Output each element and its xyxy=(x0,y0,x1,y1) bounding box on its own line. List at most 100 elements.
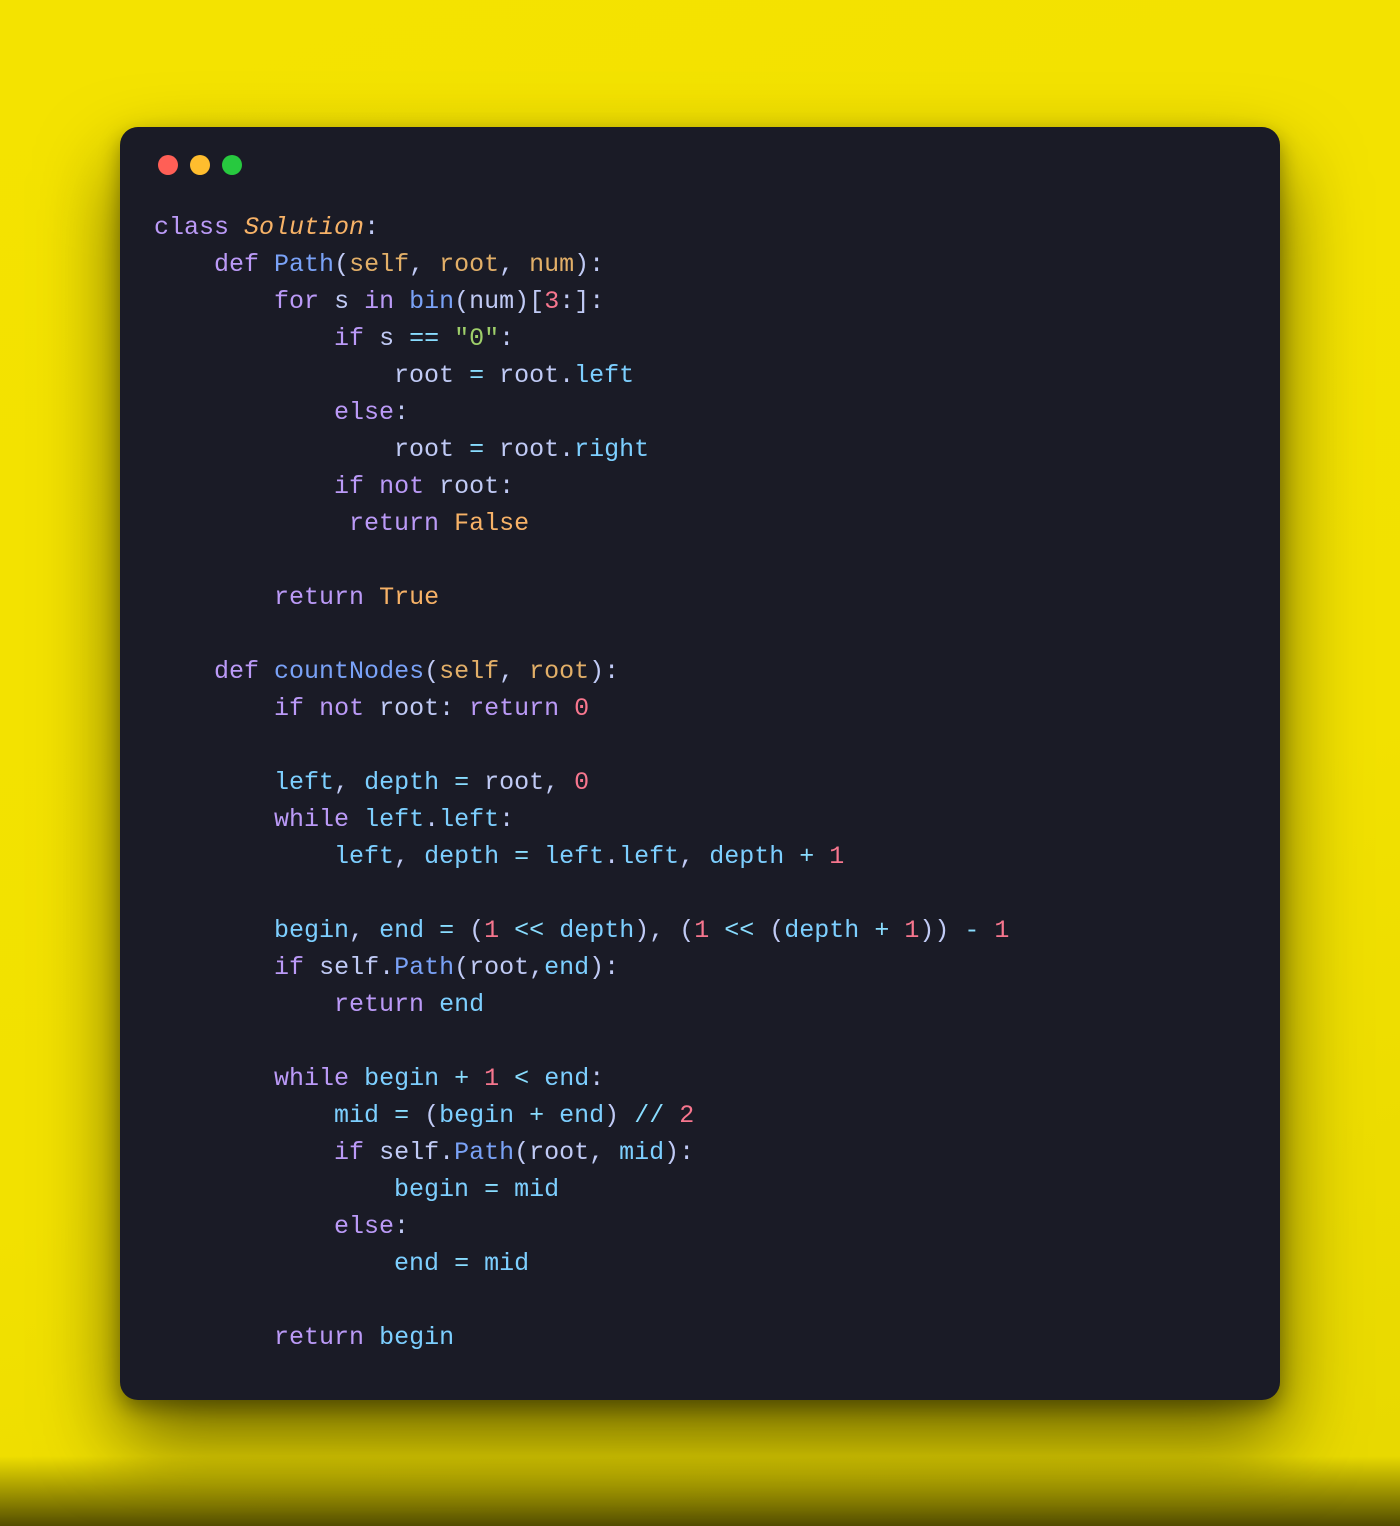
token-pun xyxy=(304,953,319,982)
token-num: 1 xyxy=(829,842,844,871)
token-var: root xyxy=(379,694,439,723)
token-pun xyxy=(349,1064,364,1093)
token-pun: . xyxy=(559,361,574,390)
token-fn: Path xyxy=(454,1138,514,1167)
token-op: = xyxy=(484,1175,499,1204)
token-kw: not xyxy=(379,472,424,501)
token-prop: depth xyxy=(709,842,784,871)
token-pun: ( xyxy=(514,1138,529,1167)
token-pun: ( xyxy=(334,250,349,279)
token-pun xyxy=(544,1101,559,1130)
token-pun: , xyxy=(529,953,544,982)
token-str: "0" xyxy=(454,324,499,353)
token-pun xyxy=(319,287,334,316)
token-var: root xyxy=(499,435,559,464)
token-op: // xyxy=(634,1101,664,1130)
token-pun xyxy=(484,435,499,464)
token-kw: def xyxy=(214,250,259,279)
token-prop: end xyxy=(394,1249,439,1278)
token-prop: begin xyxy=(379,1323,454,1352)
token-kw: if xyxy=(334,324,364,353)
token-pun: ): xyxy=(589,953,619,982)
token-pun xyxy=(154,1138,334,1167)
token-prop: begin xyxy=(274,916,349,945)
bottom-shadow xyxy=(0,1456,1400,1526)
token-pun xyxy=(154,1212,334,1241)
token-prop: end xyxy=(544,1064,589,1093)
token-num: 3 xyxy=(544,287,559,316)
token-pun xyxy=(154,583,274,612)
token-kw: if xyxy=(334,1138,364,1167)
token-arg: root xyxy=(439,250,499,279)
token-op: - xyxy=(964,916,979,945)
token-pun xyxy=(469,1175,484,1204)
token-pun xyxy=(379,1101,394,1130)
token-cls: Solution xyxy=(244,213,364,242)
token-pun xyxy=(469,1249,484,1278)
token-pun xyxy=(424,990,439,1019)
token-prop: mid xyxy=(334,1101,379,1130)
token-pun xyxy=(154,398,334,427)
token-pun xyxy=(154,1323,274,1352)
zoom-icon[interactable] xyxy=(222,155,242,175)
token-pun: ( xyxy=(454,287,469,316)
token-prop: depth xyxy=(424,842,499,871)
token-op: = xyxy=(394,1101,409,1130)
token-pun xyxy=(364,324,379,353)
token-pun: ( xyxy=(454,953,469,982)
token-pun: , xyxy=(334,768,364,797)
token-prop: begin xyxy=(439,1101,514,1130)
token-num: 0 xyxy=(574,768,589,797)
token-op: < xyxy=(514,1064,529,1093)
token-arg: num xyxy=(529,250,574,279)
token-op: + xyxy=(799,842,814,871)
token-pun xyxy=(154,1064,274,1093)
token-pun xyxy=(484,361,499,390)
token-pun: ), ( xyxy=(634,916,694,945)
token-pun xyxy=(439,324,454,353)
token-pun: : xyxy=(439,694,469,723)
token-pun xyxy=(154,805,274,834)
token-num: 1 xyxy=(484,916,499,945)
token-pun xyxy=(394,287,409,316)
token-pun xyxy=(454,361,469,390)
token-op: = xyxy=(439,916,454,945)
token-arg: self xyxy=(439,657,499,686)
token-var: self xyxy=(319,953,379,982)
token-op: = xyxy=(514,842,529,871)
token-num: 1 xyxy=(484,1064,499,1093)
token-op: << xyxy=(724,916,754,945)
close-icon[interactable] xyxy=(158,155,178,175)
token-kw: return xyxy=(349,509,439,538)
token-kw: for xyxy=(274,287,319,316)
token-pun xyxy=(469,1064,484,1093)
token-pun xyxy=(154,435,394,464)
token-prop: right xyxy=(574,435,649,464)
token-fn: Path xyxy=(394,953,454,982)
token-pun xyxy=(529,1064,544,1093)
token-pun: , xyxy=(679,842,709,871)
token-prop: left xyxy=(274,768,334,797)
token-pun xyxy=(259,657,274,686)
token-pun: : xyxy=(364,213,379,242)
token-pun xyxy=(424,472,439,501)
token-var: root xyxy=(529,1138,589,1167)
token-kw: while xyxy=(274,1064,349,1093)
token-pun xyxy=(499,916,514,945)
token-kw: if xyxy=(274,694,304,723)
token-prop: end xyxy=(559,1101,604,1130)
token-var: s xyxy=(379,324,394,353)
token-pun xyxy=(154,694,274,723)
token-pun: ) xyxy=(604,1101,634,1130)
token-num: 2 xyxy=(679,1101,694,1130)
token-boolv: False xyxy=(454,509,529,538)
token-pun xyxy=(154,287,274,316)
token-pun: ): xyxy=(589,657,619,686)
token-pun xyxy=(709,916,724,945)
token-pun: )[ xyxy=(514,287,544,316)
minimize-icon[interactable] xyxy=(190,155,210,175)
token-var: s xyxy=(334,287,349,316)
token-op: == xyxy=(409,324,439,353)
token-prop: end xyxy=(544,953,589,982)
token-pun xyxy=(454,435,469,464)
